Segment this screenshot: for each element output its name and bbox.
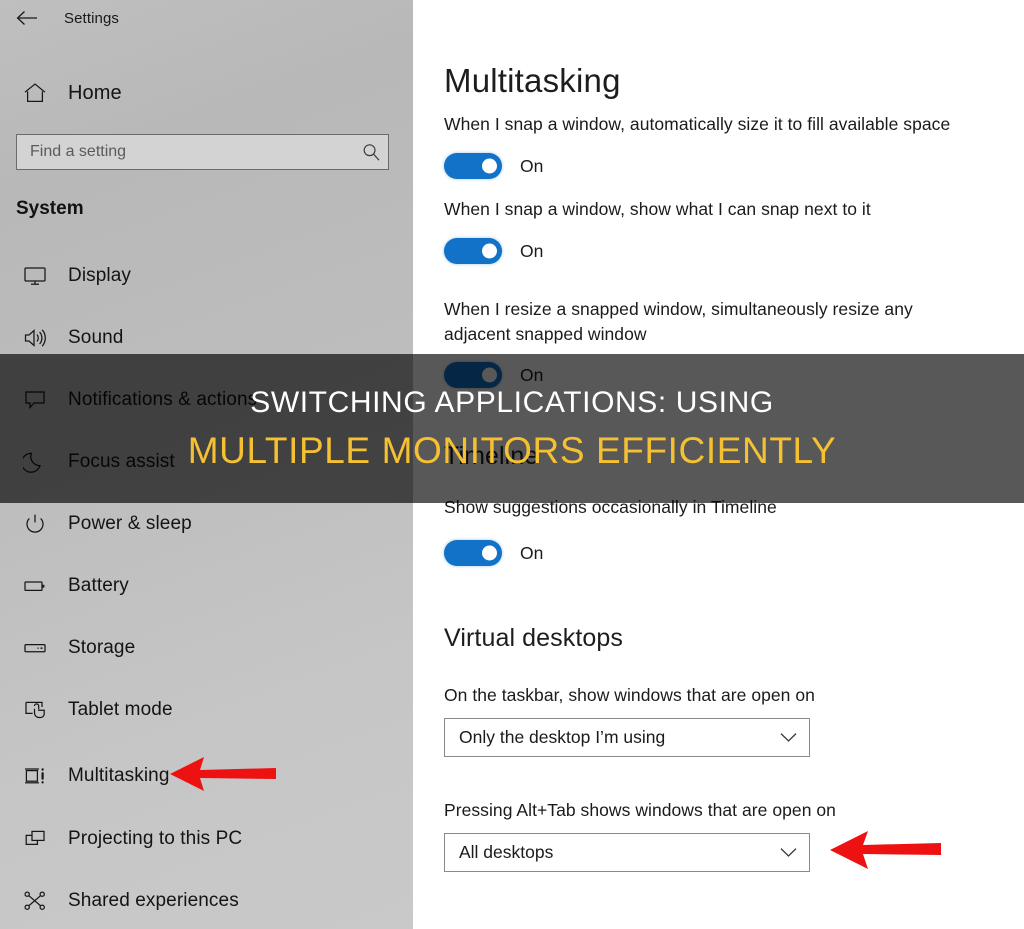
taskbar-windows-dropdown[interactable]: Only the desktop I’m using [444,718,810,757]
timeline-suggestions-label: Show suggestions occasionally in Timelin… [444,497,777,517]
snap-autosize-label: When I snap a window, automatically size… [444,114,951,134]
sidebar-item-label: Battery [68,575,129,596]
sidebar-item-home[interactable]: Home [0,62,413,124]
moon-icon [12,451,58,473]
sidebar-item-label: Tablet mode [68,699,173,720]
snap-show-next-state: On [520,240,544,261]
home-icon [12,82,58,104]
arrow-pointing-multitasking [170,757,276,791]
sidebar-item-label: Focus assist [68,451,175,472]
share-nodes-icon [12,890,58,912]
multitasking-icon [12,765,58,787]
back-arrow-icon[interactable] [4,2,50,34]
drive-icon [12,637,58,659]
sidebar-item-label: Notifications & actions [68,389,258,410]
alt-tab-windows-value: All desktops [459,842,554,862]
sidebar-item-label: Multitasking [68,765,170,786]
sidebar-item-battery[interactable]: Battery [0,555,413,617]
snap-resize-adjacent-state: On [520,364,544,385]
sidebar-item-focus-assist[interactable]: Focus assist [0,431,413,493]
arrow-pointing-alt-tab-dropdown [830,831,941,869]
app-title: Settings [64,9,119,27]
timeline-suggestions-state: On [520,542,544,563]
toggle-knob [482,243,497,259]
project-screen-icon [12,828,58,850]
toggle-knob [482,545,497,561]
snap-autosize-toggle-row[interactable]: On [444,153,543,179]
taskbar-windows-label: On the taskbar, show windows that are op… [444,685,815,705]
sidebar-item-label: Shared experiences [68,890,239,911]
snap-resize-adjacent-toggle-row[interactable]: On [444,362,543,388]
sidebar-item-power-sleep[interactable]: Power & sleep [0,493,413,555]
sidebar-item-label: Sound [68,327,124,348]
sidebar-item-label: Power & sleep [68,513,192,534]
sidebar-item-projecting-to-this-pc[interactable]: Projecting to this PC [0,808,413,870]
snap-show-next-toggle[interactable] [444,238,502,264]
sidebar-item-notifications-actions[interactable]: Notifications & actions [0,369,413,431]
monitor-icon [12,265,58,287]
toggle-knob [482,367,497,383]
sidebar-item-label: Home [68,81,122,104]
timeline-suggestions-toggle[interactable] [444,540,502,566]
sidebar-item-tablet-mode[interactable]: Tablet mode [0,679,413,741]
sidebar-item-display[interactable]: Display [0,245,413,307]
sidebar-item-label: Storage [68,637,136,658]
sidebar-item-label: Display [68,265,131,286]
search-icon[interactable] [354,143,388,162]
battery-icon [12,575,58,597]
snap-show-next-toggle-row[interactable]: On [444,238,543,264]
window-titlebar: Settings [0,0,413,36]
sidebar-item-shared-experiences[interactable]: Shared experiences [0,870,413,929]
timeline-suggestions-toggle-row[interactable]: On [444,540,543,566]
taskbar-windows-value: Only the desktop I’m using [459,727,666,747]
sidebar-item-label: Projecting to this PC [68,828,243,849]
power-icon [12,513,58,535]
alt-tab-windows-label: Pressing Alt+Tab shows windows that are … [444,800,836,820]
alt-tab-windows-dropdown[interactable]: All desktops [444,833,810,872]
search-box[interactable] [16,134,389,170]
chat-bubble-icon [12,389,58,411]
snap-resize-adjacent-label: When I resize a snapped window, simultan… [444,299,913,344]
settings-window: Settings Home System [0,0,1024,929]
sidebar-item-sound[interactable]: Sound [0,307,413,369]
page-title: Multitasking [444,62,621,99]
chevron-down-icon[interactable] [780,732,797,743]
snap-autosize-state: On [520,155,544,176]
settings-content-pane: Multitasking When I snap a window, autom… [413,0,1024,929]
snap-resize-adjacent-toggle[interactable] [444,362,502,388]
sidebar-section-title: System [16,198,84,219]
snap-show-next-label: When I snap a window, show what I can sn… [444,199,871,219]
toggle-knob [482,158,497,174]
timeline-section-heading: Timeline [444,442,539,470]
search-input[interactable] [17,143,354,161]
sidebar-item-storage[interactable]: Storage [0,617,413,679]
tablet-touch-icon [12,699,58,721]
virtual-desktops-section-heading: Virtual desktops [444,624,624,652]
speaker-icon [12,327,58,349]
snap-autosize-toggle[interactable] [444,153,502,179]
chevron-down-icon[interactable] [780,847,797,858]
